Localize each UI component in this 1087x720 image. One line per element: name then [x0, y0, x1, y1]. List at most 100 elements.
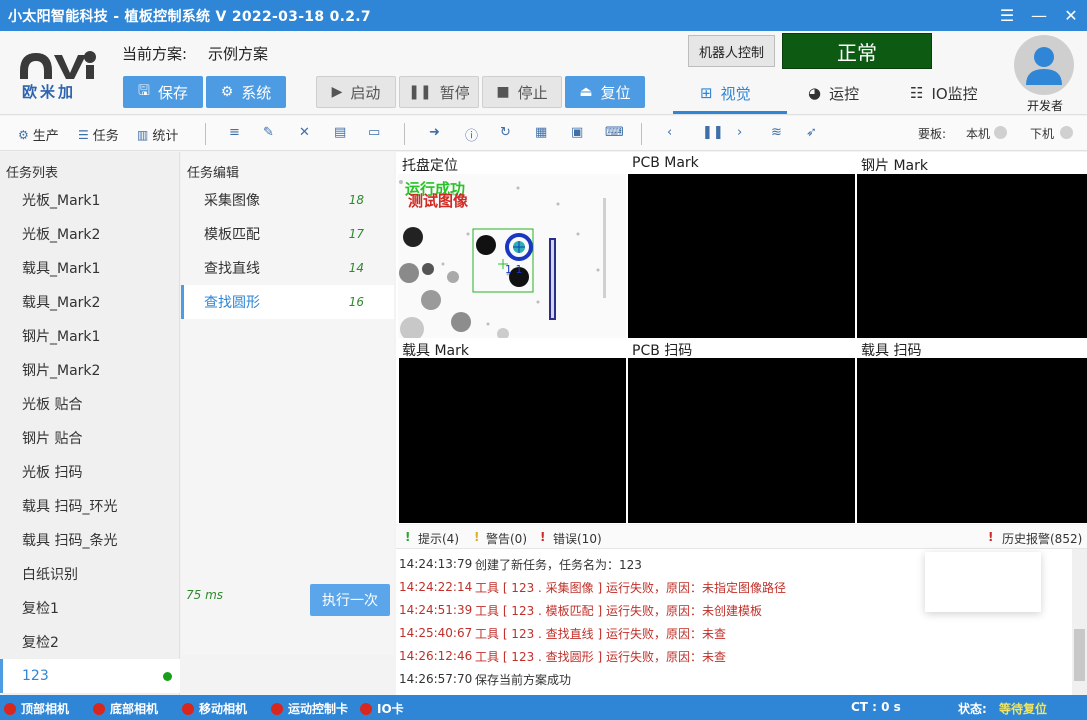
- stop-button[interactable]: ■ 停止: [482, 76, 562, 108]
- camera-view-steel-mark[interactable]: [857, 174, 1087, 338]
- delete-icon[interactable]: ✕: [299, 125, 310, 140]
- local-label: 本机: [966, 127, 991, 141]
- tool-item-active[interactable]: 查找圆形 16: [181, 285, 394, 319]
- reset-button[interactable]: ⏏ 复位: [565, 76, 645, 108]
- image-icon[interactable]: ▣: [571, 125, 583, 140]
- next-indicator: [1060, 126, 1073, 139]
- windows-icon: ⊞: [700, 84, 713, 102]
- tab-io-monitor[interactable]: ☷ IO监控: [910, 77, 978, 109]
- overlay-test-image: 测试图像: [408, 192, 469, 210]
- refresh-icon[interactable]: ↻: [500, 125, 511, 140]
- list-item-active[interactable]: 123: [0, 659, 180, 693]
- header: 欧米加 当前方案: 示例方案 🖫 保存 ⚙ 系统 ▶ 启动 ❚❚ 暂停 ■ 停止…: [0, 31, 1087, 115]
- tool-item[interactable]: 采集图像 18: [181, 183, 394, 217]
- status-dot-icon: [182, 702, 194, 715]
- camera-view-carrier-mark[interactable]: [399, 358, 626, 523]
- list-icon[interactable]: ≡: [229, 125, 240, 140]
- cam-label-steel-mark: 钢片 Mark: [861, 158, 928, 174]
- tool-item[interactable]: 查找直线 14: [181, 251, 394, 285]
- hint-icon: !: [405, 530, 411, 544]
- status-motion-card: 运动控制卡: [271, 700, 348, 717]
- pause-icon[interactable]: ❚❚: [702, 125, 724, 140]
- camera-view-pcb-scan[interactable]: [628, 358, 855, 523]
- list-item[interactable]: 载具_Mark2: [0, 285, 180, 319]
- cam-label-pcb-scan: PCB 扫码: [632, 343, 693, 359]
- scroll-thumb[interactable]: [1074, 629, 1085, 681]
- log-history-tab[interactable]: 历史报警(852): [1002, 530, 1082, 547]
- tool-count: 16: [348, 295, 364, 309]
- alarm-icon: !: [988, 530, 994, 544]
- monitor-icon[interactable]: ▭: [368, 125, 380, 140]
- log-scrollbar[interactable]: [1072, 549, 1087, 695]
- keyboard-icon[interactable]: ⌨: [605, 125, 624, 140]
- edit-icon[interactable]: ✎: [263, 125, 274, 140]
- pause-button[interactable]: ❚❚ 暂停: [399, 76, 479, 108]
- clipboard-icon[interactable]: ▤: [334, 125, 346, 140]
- list-item[interactable]: 钢片_Mark2: [0, 353, 180, 387]
- local-indicator: [994, 126, 1007, 139]
- minimize-icon[interactable]: —: [1023, 0, 1055, 31]
- list-item[interactable]: 复检2: [0, 625, 180, 659]
- tab-motion[interactable]: ◕ 运控: [808, 77, 859, 109]
- log-row: 14:24:22:14 工具 [ 123 . 采集图像 ] 运行失败，原因：未指定…: [399, 580, 786, 595]
- camera-view-carrier-scan[interactable]: [857, 358, 1087, 523]
- play-icon: ▶: [331, 84, 343, 100]
- tool-item[interactable]: 模板匹配 17: [181, 217, 394, 251]
- list-item[interactable]: 钢片 贴合: [0, 421, 180, 455]
- list-icon: ☷: [910, 84, 924, 102]
- gears-icon: ⚙: [220, 84, 234, 100]
- log-warn-tab[interactable]: 警告(0): [486, 530, 527, 547]
- status-dot-icon: [163, 672, 172, 681]
- stop-icon: ■: [496, 84, 510, 100]
- execute-once-button[interactable]: 执行一次: [310, 584, 390, 616]
- rocket-icon[interactable]: ➶: [806, 125, 817, 140]
- chevron-left-icon[interactable]: ‹: [667, 125, 672, 140]
- camera-view-pcb-mark[interactable]: [628, 174, 855, 338]
- log-error-tab[interactable]: 错误(10): [553, 530, 602, 547]
- log-row: 14:25:40:67 工具 [ 123 . 查找直线 ] 运行失败，原因：未查: [399, 626, 726, 641]
- grid-icon[interactable]: ▦: [535, 125, 547, 140]
- tool-count: 17: [348, 227, 364, 241]
- menu-icon[interactable]: ☰: [991, 0, 1023, 31]
- list-item[interactable]: 光板_Mark1: [0, 183, 180, 217]
- task-list: 任务列表 光板_Mark1 光板_Mark2 载具_Mark1 载具_Mark2…: [0, 152, 180, 695]
- list-item[interactable]: 载具 扫码_环光: [0, 489, 180, 523]
- user-name: 开发者: [1026, 99, 1063, 113]
- pause-icon: ❚❚: [408, 84, 432, 100]
- list-item[interactable]: 钢片_Mark1: [0, 319, 180, 353]
- status-move-camera: 移动相机: [182, 700, 247, 717]
- start-button[interactable]: ▶ 启动: [316, 76, 396, 108]
- next-label: 下机: [1030, 127, 1055, 141]
- bar-chart-icon: ▥: [137, 127, 149, 142]
- list-item[interactable]: 载具 扫码_条光: [0, 523, 180, 557]
- log-row: 14:24:13:79 创建了新任务，任务名为：123: [399, 557, 642, 572]
- list-item[interactable]: 光板 贴合: [0, 387, 180, 421]
- list-item[interactable]: 白纸识别: [0, 557, 180, 591]
- toolbar-task[interactable]: ☰ 任务: [78, 125, 119, 145]
- arrow-right-icon[interactable]: ➜: [429, 125, 440, 140]
- window-controls: ☰ — ✕: [991, 0, 1087, 31]
- task-edit-panel: 任务编辑 采集图像 18 模板匹配 17 查找直线 14 查找圆形 16: [181, 152, 394, 655]
- list-icon: ☰: [78, 127, 89, 142]
- toolbar-production[interactable]: ⚙ 生产: [18, 125, 59, 145]
- log-hint-tab[interactable]: 提示(4): [418, 530, 459, 547]
- camera-view-tray[interactable]: 运行成功 测试图像 1 1: [398, 174, 626, 338]
- toolbar-stats[interactable]: ▥ 统计: [137, 125, 178, 145]
- info-icon[interactable]: ⓘ: [465, 125, 478, 144]
- save-button[interactable]: 🖫 保存: [123, 76, 203, 108]
- tab-vision[interactable]: ⊞ 视觉: [700, 77, 751, 109]
- status-indicator: 正常: [782, 33, 932, 69]
- list-item[interactable]: 光板 扫码: [0, 455, 180, 489]
- close-icon[interactable]: ✕: [1055, 0, 1087, 31]
- list-item[interactable]: 光板_Mark2: [0, 217, 180, 251]
- elapsed-time: 75 ms: [186, 588, 224, 602]
- system-button[interactable]: ⚙ 系统: [206, 76, 286, 108]
- warning-icon: !: [474, 530, 480, 544]
- robot-control-button[interactable]: 机器人控制: [688, 35, 775, 67]
- list-item[interactable]: 载具_Mark1: [0, 251, 180, 285]
- task-list-title: 任务列表: [6, 166, 59, 181]
- sliders-icon[interactable]: ≋: [771, 125, 782, 140]
- chevron-right-icon[interactable]: ›: [737, 125, 742, 140]
- list-item[interactable]: 复检1: [0, 591, 180, 625]
- avatar[interactable]: [1014, 35, 1074, 95]
